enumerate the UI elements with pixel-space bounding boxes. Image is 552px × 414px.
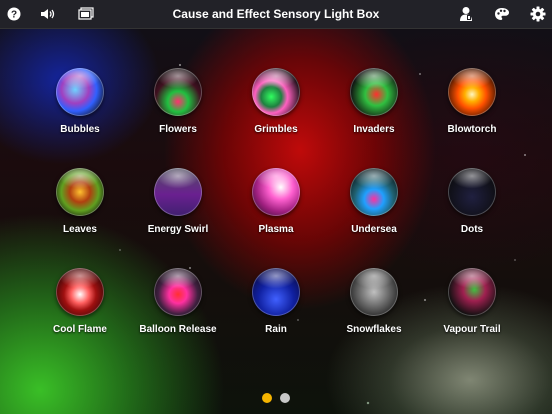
effect-tile-vapour-trail[interactable]: Vapour Trail (427, 268, 517, 358)
effect-label: Grimbles (254, 124, 298, 135)
effect-thumbnail[interactable] (154, 168, 202, 216)
effect-label: Plasma (258, 224, 294, 235)
effect-tile-undersea[interactable]: Undersea (329, 168, 419, 258)
effect-tile-invaders[interactable]: Invaders (329, 68, 419, 158)
effect-tile-blowtorch[interactable]: Blowtorch (427, 68, 517, 158)
effect-thumbnail[interactable] (252, 268, 300, 316)
page-indicator (0, 390, 552, 403)
effects-grid: Bubbles Flowers Grimbles Invaders Blowtorch L… (0, 0, 552, 414)
effect-thumbnail[interactable] (252, 68, 300, 116)
effect-tile-leaves[interactable]: Leaves (35, 168, 125, 258)
effect-tile-energy-swirl[interactable]: Energy Swirl (133, 168, 223, 258)
effect-label: Blowtorch (447, 124, 497, 135)
effect-label: Rain (265, 324, 287, 335)
effect-label: Energy Swirl (147, 224, 209, 235)
effect-label: Invaders (353, 124, 395, 135)
effect-thumbnail[interactable] (350, 168, 398, 216)
page-dot-active[interactable] (262, 393, 272, 403)
effect-thumbnail[interactable] (56, 268, 104, 316)
effect-thumbnail[interactable] (154, 68, 202, 116)
effect-label: Leaves (63, 224, 97, 235)
effect-thumbnail[interactable] (56, 68, 104, 116)
effect-tile-cool-flame[interactable]: Cool Flame (35, 268, 125, 358)
effect-label: Balloon Release (139, 324, 217, 335)
effect-label: Vapour Trail (443, 324, 501, 335)
effect-tile-grimbles[interactable]: Grimbles (231, 68, 321, 158)
effect-thumbnail[interactable] (56, 168, 104, 216)
effect-tile-plasma[interactable]: Plasma (231, 168, 321, 258)
effect-label: Dots (460, 224, 484, 235)
effect-label: Undersea (351, 224, 397, 235)
effect-thumbnail[interactable] (252, 168, 300, 216)
effect-tile-balloon-release[interactable]: Balloon Release (133, 268, 223, 358)
page-dot[interactable] (280, 393, 290, 403)
effect-tile-snowflakes[interactable]: Snowflakes (329, 268, 419, 358)
effect-label: Bubbles (60, 124, 100, 135)
effect-thumbnail[interactable] (350, 268, 398, 316)
effect-tile-bubbles[interactable]: Bubbles (35, 68, 125, 158)
effect-tile-flowers[interactable]: Flowers (133, 68, 223, 158)
effect-tile-dots[interactable]: Dots (427, 168, 517, 258)
effect-label: Snowflakes (346, 324, 402, 335)
effect-thumbnail[interactable] (448, 68, 496, 116)
effect-tile-rain[interactable]: Rain (231, 268, 321, 358)
effect-thumbnail[interactable] (448, 168, 496, 216)
effect-thumbnail[interactable] (350, 68, 398, 116)
effect-thumbnail[interactable] (448, 268, 496, 316)
effect-label: Cool Flame (53, 324, 107, 335)
effect-thumbnail[interactable] (154, 268, 202, 316)
effect-label: Flowers (159, 124, 197, 135)
